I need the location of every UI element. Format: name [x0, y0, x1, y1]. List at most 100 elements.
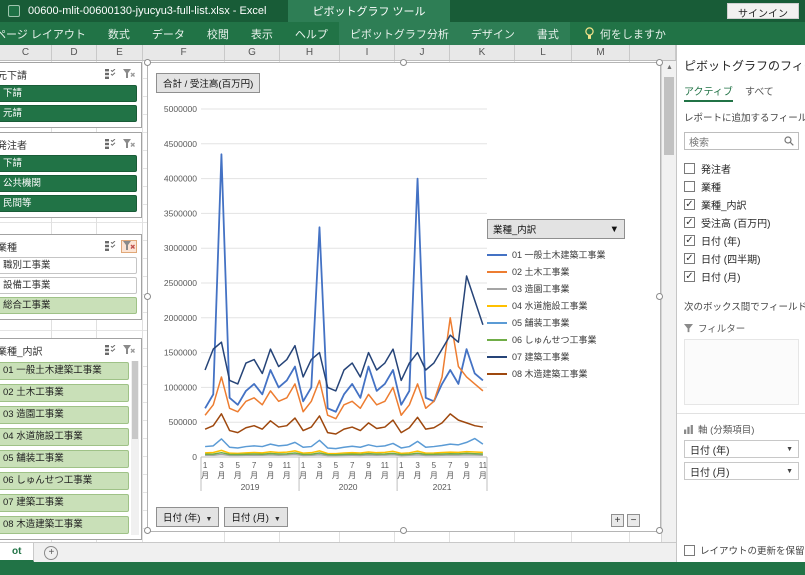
field-row[interactable]: ✓ 日付 (四半期) [684, 249, 805, 267]
column-header-partial[interactable] [630, 45, 676, 60]
vertical-scrollbar[interactable]: ▲ [661, 61, 676, 542]
column-header-C[interactable]: C [0, 45, 52, 60]
clear-filter-icon[interactable] [121, 239, 137, 253]
slicer-item[interactable]: 05 舗装工事業 [0, 450, 129, 468]
field-checkbox[interactable]: ✓ [684, 216, 695, 228]
axis-area-item[interactable]: 日付 (月) ▼ [684, 462, 799, 480]
slicer-item[interactable]: 民間等 [0, 195, 137, 212]
scrollbar-thumb[interactable] [664, 77, 674, 155]
selection-handle[interactable] [656, 59, 663, 66]
column-header-K[interactable]: K [450, 45, 515, 60]
field-checkbox[interactable]: ✓ [684, 270, 695, 282]
pane-tab-すべて[interactable]: すべて [745, 83, 774, 102]
tell-me[interactable]: 何をしますか [584, 22, 666, 45]
field-checkbox[interactable] [684, 180, 695, 192]
slicer-item[interactable]: 下請 [0, 85, 137, 102]
multi-select-icon[interactable] [102, 240, 118, 253]
column-header-H[interactable]: H [280, 45, 340, 60]
multi-select-icon[interactable] [102, 68, 118, 81]
date-year-field-button[interactable]: 日付 (年) ▼ [156, 507, 220, 527]
active-sheet-tab[interactable]: ot [0, 543, 35, 562]
selection-handle[interactable] [400, 59, 407, 66]
column-header-I[interactable]: I [340, 45, 395, 60]
filter-area-box[interactable] [684, 339, 799, 405]
ribbon-tab-デザイン[interactable]: デザイン [459, 22, 526, 45]
column-header-M[interactable]: M [572, 45, 630, 60]
selection-handle[interactable] [144, 527, 151, 534]
ribbon-tab-ヘルプ[interactable]: ヘルプ [284, 22, 339, 45]
slicer-item[interactable]: 総合工事業 [0, 297, 137, 314]
value-field-button[interactable]: 合計 / 受注高(百万円) [156, 73, 261, 93]
svg-text:月: 月 [201, 471, 209, 480]
svg-text:3000000: 3000000 [164, 243, 197, 253]
sign-in-button[interactable]: サインイン [727, 3, 799, 20]
date-month-field-button[interactable]: 日付 (月) ▼ [224, 507, 288, 527]
axis-area-item[interactable]: 日付 (年) ▼ [684, 440, 799, 458]
excel-window: 00600-mlit-00600130-jyucyu3-full-list.xl… [0, 0, 805, 575]
selection-handle[interactable] [656, 527, 663, 534]
defer-layout-checkbox[interactable] [684, 544, 695, 556]
pivot-chart[interactable]: 0 500000 1000000 1500000 2000000 2500000 30000… [144, 59, 663, 534]
clear-filter-icon[interactable] [121, 344, 137, 357]
field-row[interactable]: 発注者 [684, 159, 805, 177]
svg-text:月: 月 [446, 471, 454, 480]
expand-button[interactable]: + [611, 514, 624, 527]
selection-handle[interactable] [400, 527, 407, 534]
slicer-item[interactable]: 下請 [0, 155, 137, 172]
slicer-item[interactable]: 07 建築工事業 [0, 494, 129, 512]
ribbon-tab-書式[interactable]: 書式 [525, 22, 570, 45]
field-label: 日付 (月) [701, 272, 741, 284]
column-header-E[interactable]: E [97, 45, 143, 60]
ribbon-tab-校閲[interactable]: 校閲 [196, 22, 240, 45]
defer-layout-row: レイアウトの更新を保留する [684, 543, 805, 557]
column-header-G[interactable]: G [225, 45, 280, 60]
ribbon-tab-数式[interactable]: 数式 [97, 22, 141, 45]
clear-filter-icon[interactable] [121, 68, 137, 81]
svg-text:9: 9 [464, 461, 469, 470]
multi-select-icon[interactable] [102, 138, 118, 151]
slicer-item[interactable]: 01 一般土木建築工事業 [0, 362, 129, 380]
slicer-item[interactable]: 03 造園工事業 [0, 406, 129, 424]
ribbon-tab-ページ レイアウト[interactable]: ページ レイアウト [0, 22, 97, 45]
field-row[interactable]: 業種 [684, 177, 805, 195]
field-row[interactable]: ✓ 業種_内訳 [684, 195, 805, 213]
collapse-button[interactable]: − [627, 514, 640, 527]
ribbon-tabs: ページ レイアウト 数式 データ 校閲 表示 ヘルプ ピボットグラフ分析 デザイン 書式 [0, 22, 570, 45]
column-header-F[interactable]: F [143, 45, 225, 60]
slicer-item[interactable]: 元請 [0, 105, 137, 122]
multi-select-icon[interactable] [102, 344, 118, 357]
field-checkbox[interactable]: ✓ [684, 198, 695, 210]
clear-filter-icon[interactable] [121, 138, 137, 151]
slicer-item[interactable]: 08 木造建築工事業 [0, 516, 129, 534]
slicer-item[interactable]: 設備工事業 [0, 277, 137, 294]
column-header-D[interactable]: D [52, 45, 97, 60]
selection-handle[interactable] [144, 59, 151, 66]
field-checkbox[interactable]: ✓ [684, 252, 695, 264]
pane-tab-アクティブ[interactable]: アクティブ [684, 83, 733, 102]
scroll-up-arrow[interactable]: ▲ [662, 61, 677, 75]
field-row[interactable]: ✓ 受注高 (百万円) [684, 213, 805, 231]
field-checkbox[interactable] [684, 162, 695, 174]
selection-handle[interactable] [656, 293, 663, 300]
ribbon-tab-表示[interactable]: 表示 [240, 22, 284, 45]
field-row[interactable]: ✓ 日付 (年) [684, 231, 805, 249]
legend-line-swatch [487, 270, 507, 273]
column-header-J[interactable]: J [395, 45, 450, 60]
slicer-item[interactable]: 06 しゅんせつ工事業 [0, 472, 129, 490]
slicer-scrollbar[interactable] [131, 361, 139, 535]
ribbon-tab-ピボットグラフ分析[interactable]: ピボットグラフ分析 [338, 22, 460, 45]
column-header-L[interactable]: L [515, 45, 572, 60]
add-sheet-button[interactable]: + [44, 545, 59, 560]
ribbon-tab-データ[interactable]: データ [141, 22, 196, 45]
field-checkbox[interactable]: ✓ [684, 234, 695, 246]
selection-handle[interactable] [144, 293, 151, 300]
legend-field-button[interactable]: 業種_内訳 ▼ [487, 219, 625, 239]
field-row[interactable]: ✓ 日付 (月) [684, 267, 805, 285]
slicer-scrollbar-thumb[interactable] [132, 361, 138, 440]
slicer-item[interactable]: 公共機関 [0, 175, 137, 192]
slicer-item[interactable]: 02 土木工事業 [0, 384, 129, 402]
slicer-item[interactable]: 職別工事業 [0, 257, 137, 274]
field-search-input[interactable]: 検索 [684, 132, 799, 150]
slicer-item[interactable]: 04 水道施設工事業 [0, 428, 129, 446]
chevron-down-icon: ▼ [273, 516, 281, 523]
